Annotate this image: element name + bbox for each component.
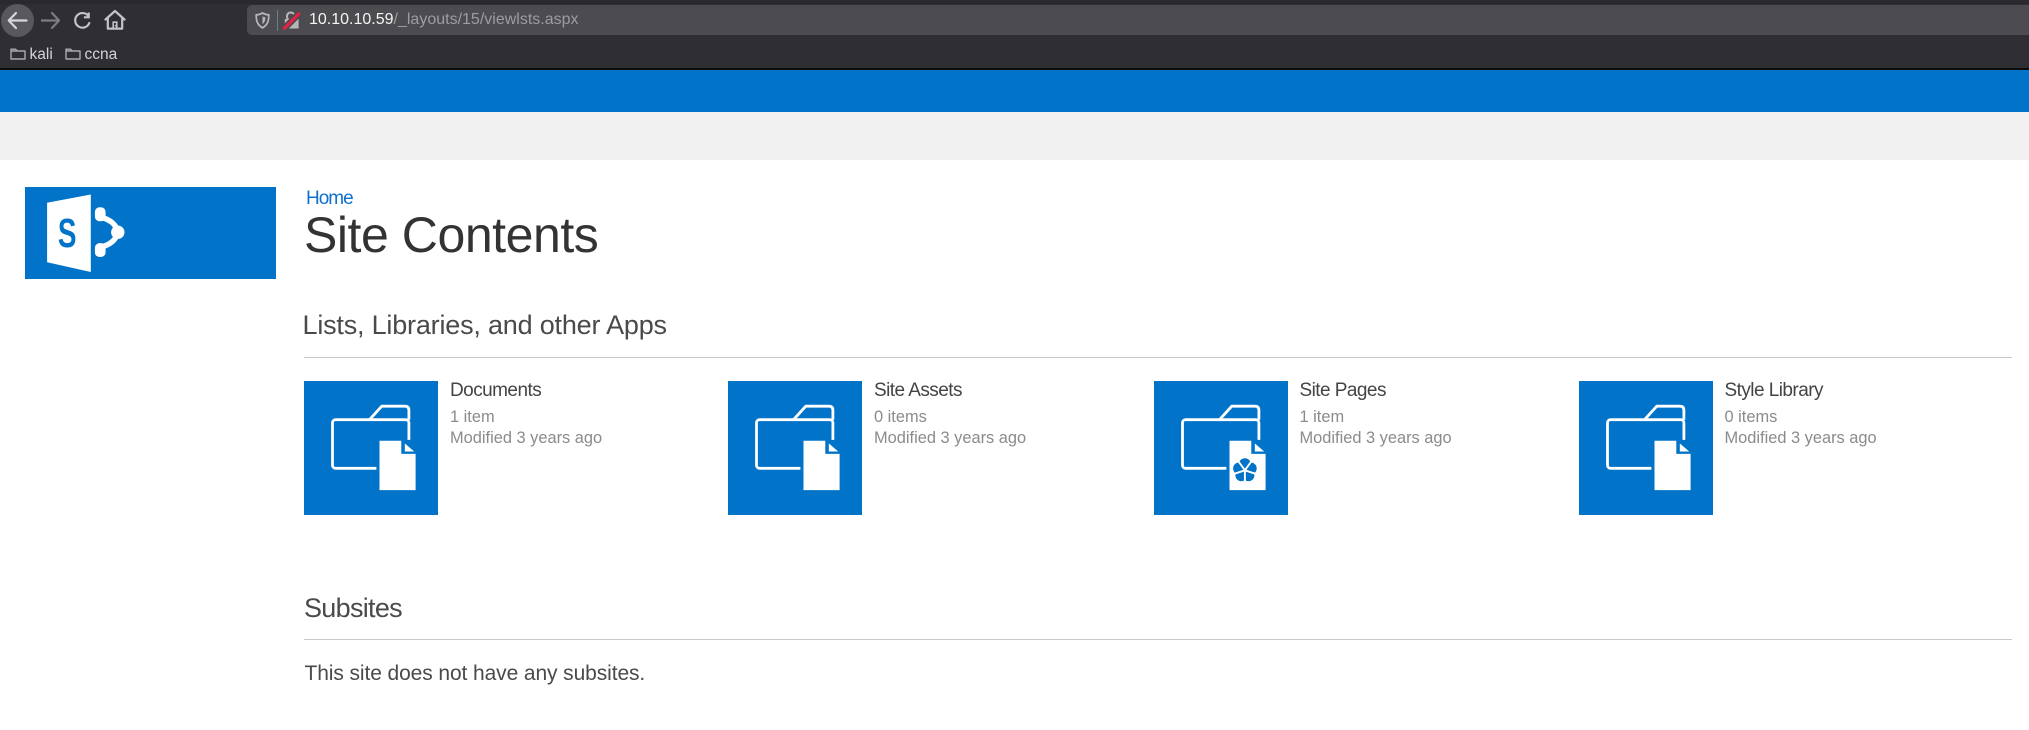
svg-text:S: S: [58, 211, 77, 257]
